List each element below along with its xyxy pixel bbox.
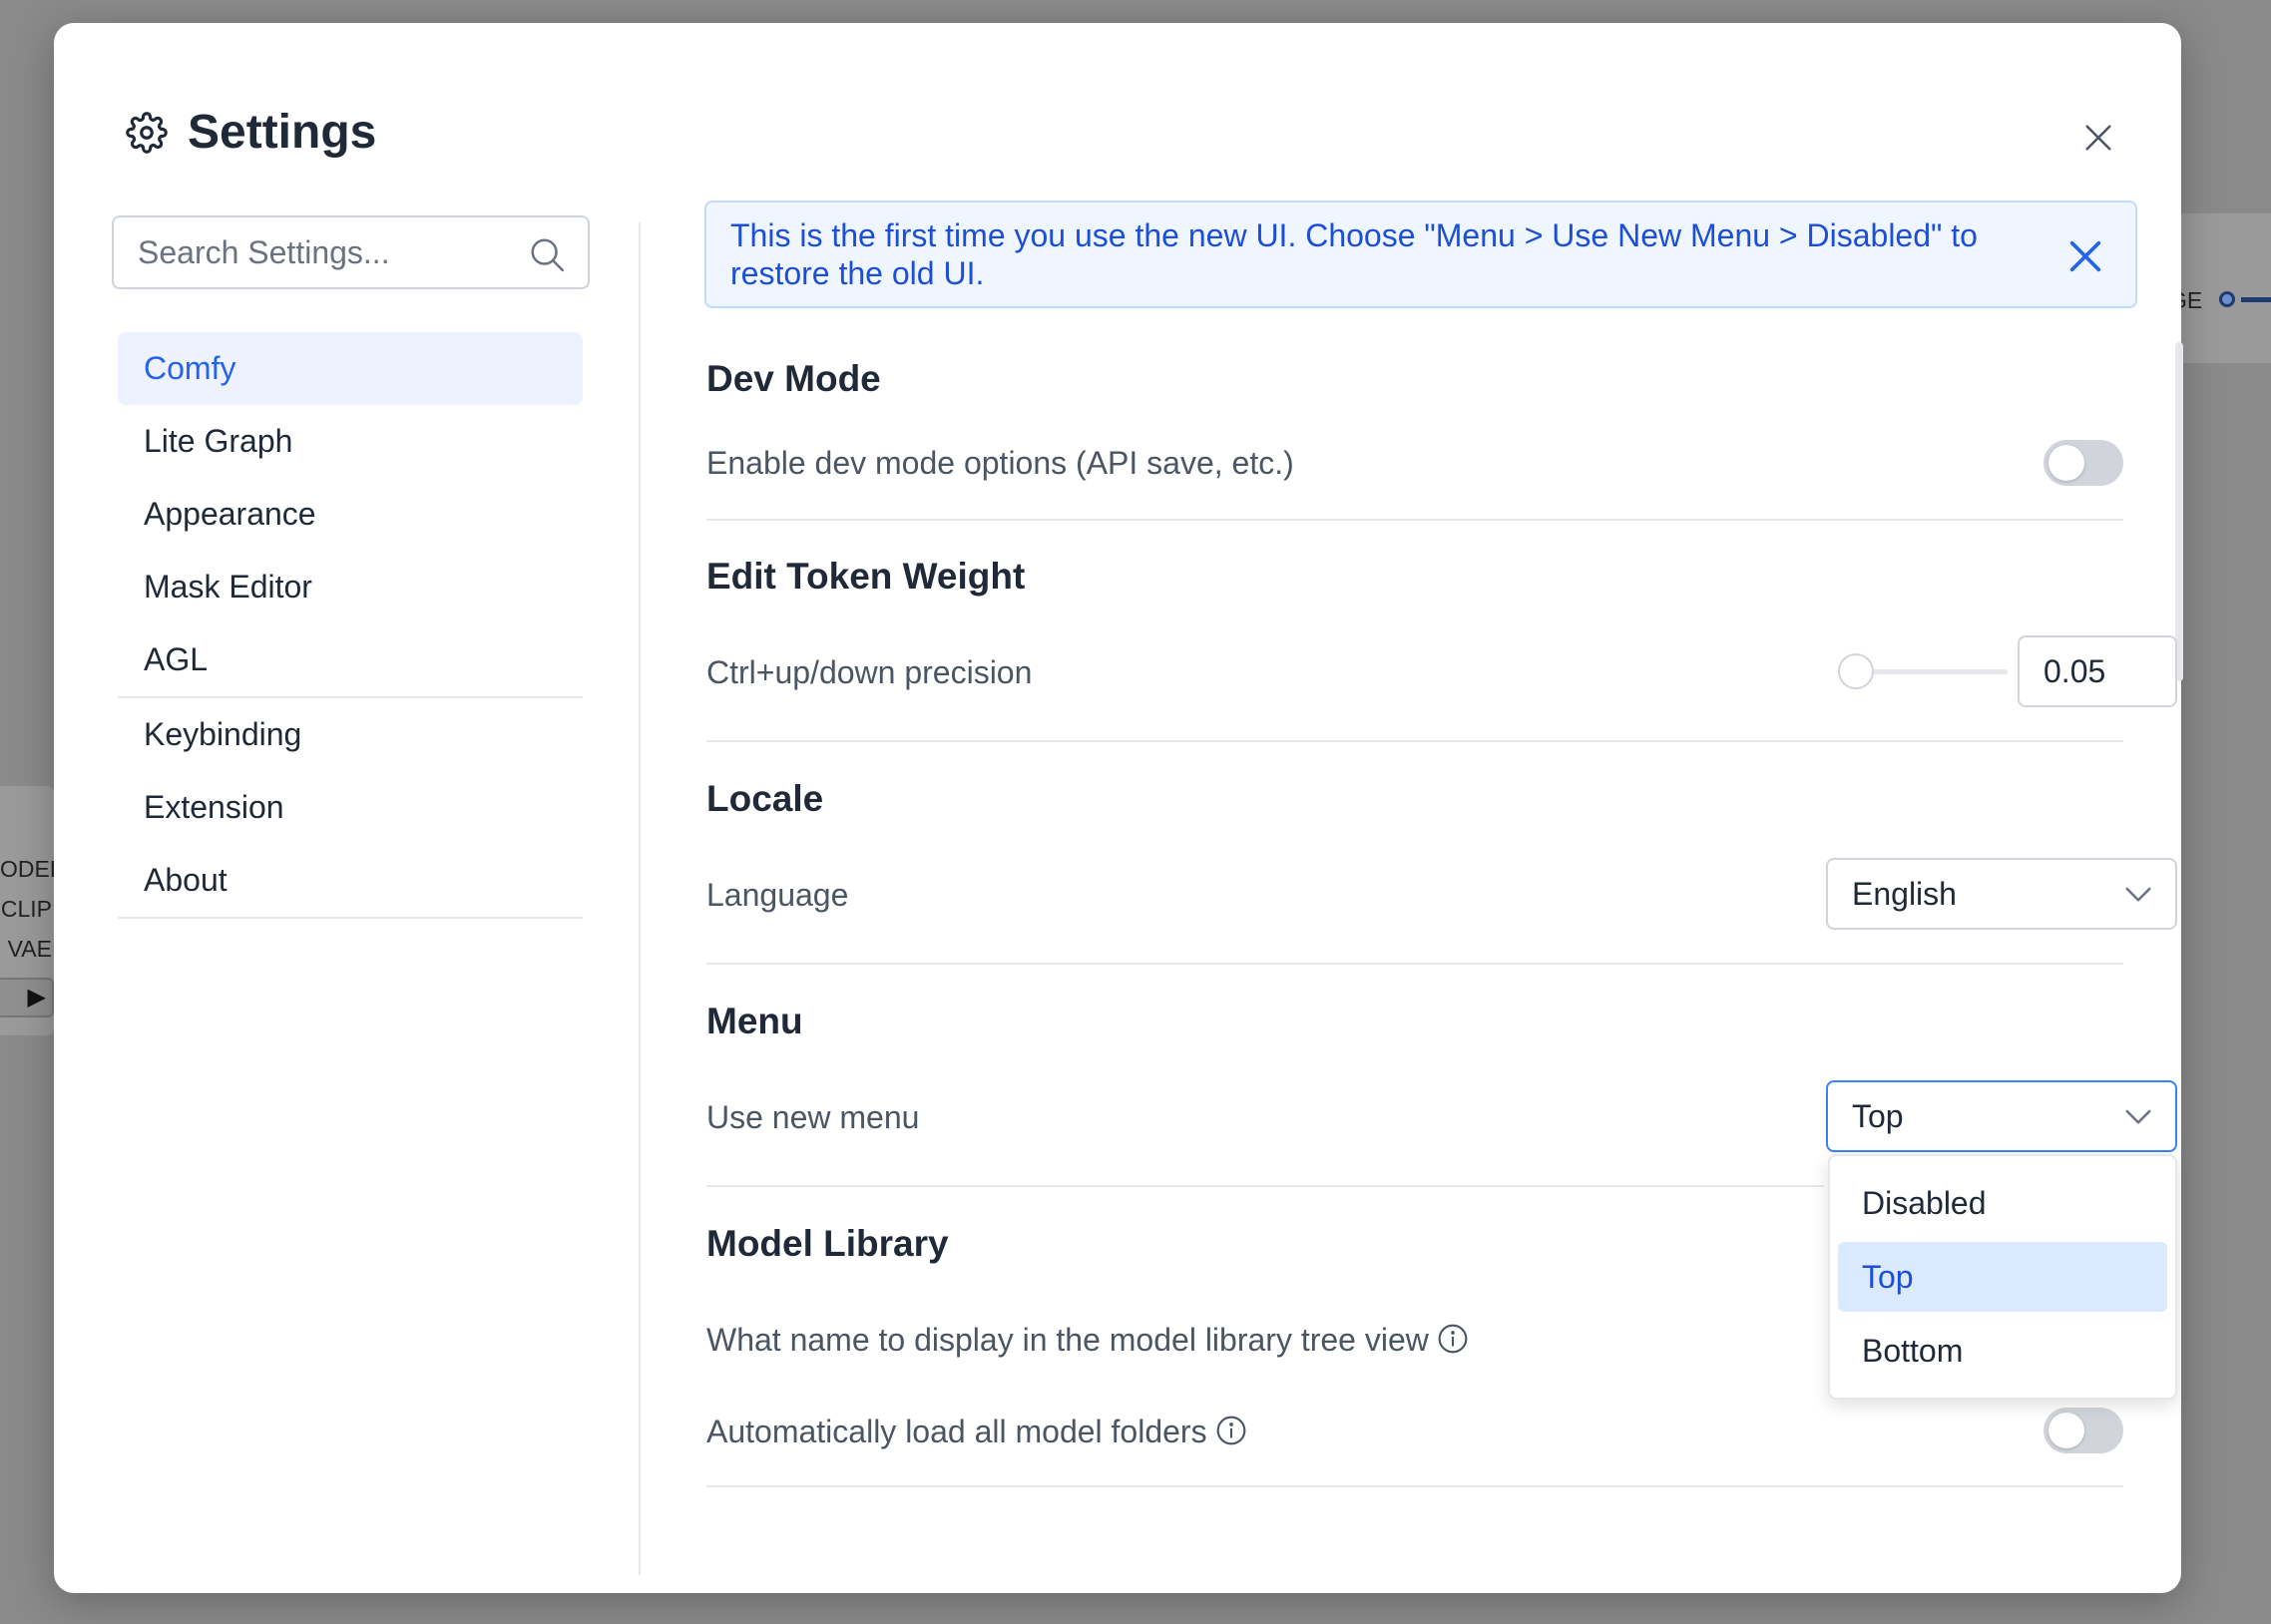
sidebar-item-mask-editor[interactable]: Mask Editor bbox=[118, 551, 583, 623]
section-title-edit-token-weight: Edit Token Weight bbox=[706, 556, 1026, 597]
setting-label-text: Automatically load all model folders bbox=[706, 1414, 1207, 1449]
row-divider bbox=[706, 519, 2123, 521]
gear-icon bbox=[126, 111, 168, 154]
toggle-knob bbox=[2048, 1413, 2084, 1448]
chevron-down-icon bbox=[2125, 887, 2151, 902]
close-icon bbox=[2085, 125, 2111, 151]
language-select-value: English bbox=[1852, 876, 1957, 912]
menu-select[interactable]: Top bbox=[1826, 1080, 2177, 1152]
sidebar-item-extension[interactable]: Extension bbox=[118, 771, 583, 844]
precision-slider-handle[interactable] bbox=[1838, 653, 1874, 689]
info-icon[interactable] bbox=[1437, 1323, 1469, 1355]
dev-mode-toggle[interactable] bbox=[2044, 440, 2123, 486]
auto-load-toggle[interactable] bbox=[2044, 1408, 2123, 1453]
section-title-menu: Menu bbox=[706, 1001, 803, 1041]
sidebar-item-keybinding[interactable]: Keybinding bbox=[118, 698, 583, 771]
section-title-locale: Locale bbox=[706, 778, 824, 819]
banner-message-line: This is the first time you use the new U… bbox=[730, 217, 1978, 253]
canvas-node-play-button[interactable]: ▶ bbox=[0, 978, 54, 1017]
settings-dialog: Settings Comfy Lite Graph Appearance Mas… bbox=[54, 23, 2183, 1593]
search-icon[interactable] bbox=[528, 235, 566, 273]
sidebar-nav: Comfy Lite Graph Appearance Mask Editor … bbox=[118, 332, 583, 919]
setting-label-language: Language bbox=[706, 877, 849, 913]
banner-message: This is the first time you use the new U… bbox=[706, 216, 2004, 292]
setting-label-text: What name to display in the model librar… bbox=[706, 1322, 1429, 1358]
banner-close-icon[interactable] bbox=[2065, 236, 2105, 276]
toggle-knob bbox=[2048, 445, 2084, 481]
setting-label-model-name-display: What name to display in the model librar… bbox=[706, 1322, 1469, 1359]
row-divider bbox=[706, 1485, 2123, 1487]
row-divider bbox=[706, 740, 2123, 742]
canvas-node-output-dot[interactable] bbox=[2219, 291, 2235, 307]
chevron-down-icon bbox=[2125, 1109, 2151, 1124]
banner-message-line: restore the old UI. bbox=[730, 255, 985, 291]
scrollbar[interactable] bbox=[2175, 342, 2183, 681]
dialog-title: Settings bbox=[188, 106, 377, 159]
setting-label-use-new-menu: Use new menu bbox=[706, 1099, 920, 1135]
row-divider bbox=[706, 963, 2123, 965]
menu-select-value: Top bbox=[1852, 1098, 1904, 1134]
section-title-dev-mode: Dev Mode bbox=[706, 358, 881, 399]
canvas-wire bbox=[2241, 297, 2271, 302]
section-title-model-library: Model Library bbox=[706, 1223, 949, 1264]
sidebar-item-agl[interactable]: AGL bbox=[118, 623, 583, 696]
setting-label-auto-load: Automatically load all model folders bbox=[706, 1414, 1247, 1450]
dropdown-option-top[interactable]: Top bbox=[1838, 1242, 2167, 1312]
vertical-divider bbox=[639, 222, 641, 1575]
precision-input[interactable]: 0.05 bbox=[2018, 635, 2177, 707]
sidebar-item-appearance[interactable]: Appearance bbox=[118, 478, 583, 551]
dropdown-option-bottom[interactable]: Bottom bbox=[1838, 1316, 2167, 1386]
canvas-node-label: CLIP bbox=[0, 896, 52, 922]
language-select[interactable]: English bbox=[1826, 858, 2177, 930]
menu-dropdown: Disabled Top Bottom bbox=[1828, 1154, 2177, 1400]
sidebar-item-lite-graph[interactable]: Lite Graph bbox=[118, 405, 583, 478]
canvas-node-left: ODEL CLIP VAE ▶ bbox=[0, 786, 63, 1035]
sidebar-divider bbox=[118, 917, 583, 919]
close-button[interactable] bbox=[2075, 115, 2121, 161]
dialog-header: Settings bbox=[126, 105, 376, 160]
canvas-node-label: VAE bbox=[7, 936, 52, 962]
canvas-node-label: ODEL bbox=[0, 856, 63, 882]
info-icon[interactable] bbox=[1215, 1415, 1247, 1446]
dropdown-option-disabled[interactable]: Disabled bbox=[1838, 1168, 2167, 1238]
new-ui-banner: This is the first time you use the new U… bbox=[704, 201, 2137, 308]
sidebar-item-about[interactable]: About bbox=[118, 844, 583, 917]
sidebar-item-comfy[interactable]: Comfy bbox=[118, 332, 583, 405]
search-field bbox=[112, 215, 590, 289]
search-input[interactable] bbox=[114, 233, 513, 271]
row-divider bbox=[706, 1185, 1824, 1187]
setting-label-precision: Ctrl+up/down precision bbox=[706, 654, 1033, 690]
setting-label-dev-mode: Enable dev mode options (API save, etc.) bbox=[706, 445, 1294, 481]
